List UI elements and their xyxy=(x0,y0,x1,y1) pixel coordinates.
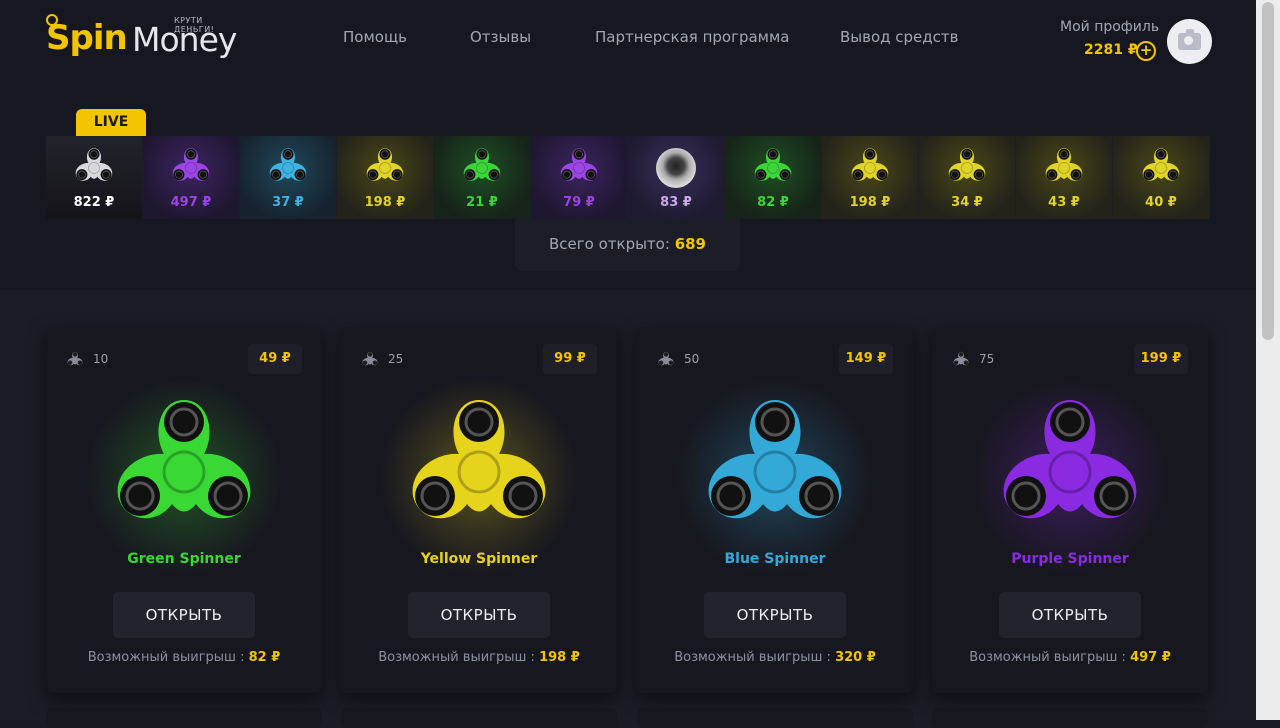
camera-icon xyxy=(1178,29,1201,50)
open-case-button[interactable]: ОТКРЫТЬ xyxy=(113,592,255,638)
site-logo[interactable]: Spin Money КРУТИ ДЕНЬГИ! xyxy=(46,14,246,62)
live-drop-item[interactable]: 82 ₽ xyxy=(725,136,822,219)
live-drop-amount: 198 ₽ xyxy=(364,195,406,210)
case-price: 99 ₽ xyxy=(543,344,597,374)
live-drop-amount: 198 ₽ xyxy=(849,195,891,210)
logo-tagline: КРУТИ ДЕНЬГИ! xyxy=(174,16,215,34)
spinner-icon xyxy=(1045,148,1083,181)
spinner-icon xyxy=(269,148,307,181)
nav-withdraw[interactable]: Вывод средств xyxy=(840,28,958,46)
possible-win-value: 198 ₽ xyxy=(539,650,580,665)
balance: 2281 ₽ xyxy=(1084,42,1138,58)
case-count: 75 xyxy=(979,352,995,366)
live-drop-item[interactable]: 34 ₽ xyxy=(919,136,1016,219)
spinner-image xyxy=(412,400,546,519)
possible-win: Возможный выигрыш : 82 ₽ xyxy=(46,650,322,665)
spinner-count-icon xyxy=(658,351,674,366)
case-card[interactable]: 10 49 ₽ Green Spinner ОТКРЫТЬ Возможный выиг… xyxy=(46,327,322,693)
case-card[interactable]: 50 149 ₽ Blue Spinner ОТКРЫТЬ Возможный выиг… xyxy=(637,327,913,693)
possible-win-label: Возможный выигрыш : xyxy=(674,650,831,665)
possible-win-label: Возможный выигрыш : xyxy=(969,650,1126,665)
total-opened-label: Всего открыто: xyxy=(549,235,670,253)
nav-reviews[interactable]: Отзывы xyxy=(470,28,531,46)
card-peek xyxy=(932,708,1208,728)
live-drop-amount: 83 ₽ xyxy=(660,195,692,210)
possible-win: Возможный выигрыш : 198 ₽ xyxy=(341,650,617,665)
spinner-icon xyxy=(366,148,404,181)
live-drop-amount: 34 ₽ xyxy=(951,195,983,210)
live-badge: LIVE xyxy=(76,109,146,136)
spinner-image xyxy=(1003,400,1137,519)
spinner-count-icon xyxy=(953,351,969,366)
live-drop-item[interactable]: 822 ₽ xyxy=(46,136,143,219)
open-case-button[interactable]: ОТКРЫТЬ xyxy=(408,592,550,638)
possible-win-value: 497 ₽ xyxy=(1130,650,1171,665)
spinner-icon xyxy=(75,148,113,181)
possible-win-label: Возможный выигрыш : xyxy=(87,650,245,665)
case-price: 49 ₽ xyxy=(248,344,302,374)
spinner-icon xyxy=(1142,148,1180,181)
spinner-icon xyxy=(851,148,889,181)
live-drop-item[interactable]: 37 ₽ xyxy=(240,136,337,219)
possible-win: Возможный выигрыш : 497 ₽ xyxy=(932,650,1208,665)
case-card[interactable]: 75 199 ₽ Purple Spinner ОТКРЫТЬ Возможный вы… xyxy=(932,327,1208,693)
live-drop-item[interactable]: 21 ₽ xyxy=(434,136,531,219)
eye-spinner-icon xyxy=(656,148,696,188)
total-opened: Всего открыто: 689 xyxy=(515,219,740,271)
live-drop-amount: 40 ₽ xyxy=(1145,195,1177,210)
profile-link[interactable]: Мой профиль xyxy=(1060,19,1159,35)
card-peek xyxy=(637,708,913,728)
open-case-button[interactable]: ОТКРЫТЬ xyxy=(704,592,846,638)
case-name: Green Spinner xyxy=(127,551,241,567)
spinner-image xyxy=(708,400,842,519)
live-drop-amount: 82 ₽ xyxy=(757,195,789,210)
possible-win-label: Возможный выигрыш : xyxy=(378,650,535,665)
total-opened-value: 689 xyxy=(674,235,706,253)
nav-affiliate[interactable]: Партнерская программа xyxy=(595,28,790,46)
live-drops-strip: 822 ₽ 497 ₽ 37 ₽ 198 ₽ 21 ₽ 79 ₽ 83 ₽ 82 ₽ 198 ₽… xyxy=(46,136,1210,219)
live-drop-amount: 79 ₽ xyxy=(563,195,595,210)
case-count: 10 xyxy=(93,352,109,366)
live-drop-item[interactable]: 79 ₽ xyxy=(531,136,628,219)
case-name: Purple Spinner xyxy=(1011,551,1129,567)
card-peek xyxy=(341,708,617,728)
case-price: 199 ₽ xyxy=(1134,344,1188,374)
possible-win-value: 320 ₽ xyxy=(835,650,876,665)
spinner-icon xyxy=(172,148,210,181)
live-drop-item[interactable]: 497 ₽ xyxy=(143,136,240,219)
logo-spin: Spin xyxy=(46,18,128,58)
spinner-count-icon xyxy=(67,351,83,366)
avatar[interactable] xyxy=(1167,19,1212,64)
case-name: Yellow Spinner xyxy=(420,551,538,567)
live-drop-amount: 822 ₽ xyxy=(73,195,115,210)
case-name: Blue Spinner xyxy=(724,551,826,567)
spinner-icon xyxy=(948,148,986,181)
case-card[interactable]: 25 99 ₽ Yellow Spinner ОТКРЫТЬ Возможный выи… xyxy=(341,327,617,693)
live-drop-amount: 43 ₽ xyxy=(1048,195,1080,210)
open-case-button[interactable]: ОТКРЫТЬ xyxy=(999,592,1141,638)
case-count: 25 xyxy=(388,352,404,366)
page-scrollbar[interactable] xyxy=(1256,0,1280,720)
spinner-icon xyxy=(463,148,501,181)
live-drop-amount: 37 ₽ xyxy=(272,195,304,210)
live-drop-item[interactable]: 43 ₽ xyxy=(1016,136,1113,219)
spinner-image xyxy=(117,400,251,519)
spinner-count-icon xyxy=(362,351,378,366)
case-count: 50 xyxy=(684,352,700,366)
plus-circle-icon[interactable]: + xyxy=(1136,41,1156,61)
possible-win: Возможный выигрыш : 320 ₽ xyxy=(637,650,913,665)
live-drop-item[interactable]: 198 ₽ xyxy=(822,136,919,219)
spinner-icon xyxy=(560,148,598,181)
case-price: 149 ₽ xyxy=(839,344,893,374)
spinner-icon xyxy=(754,148,792,181)
live-drop-item[interactable]: 40 ₽ xyxy=(1113,136,1210,219)
possible-win-value: 82 ₽ xyxy=(248,650,281,665)
live-drop-item[interactable]: 198 ₽ xyxy=(337,136,434,219)
nav-help[interactable]: Помощь xyxy=(343,28,407,46)
live-drop-item[interactable]: 83 ₽ xyxy=(628,136,725,219)
card-peek xyxy=(46,708,322,728)
live-drop-amount: 497 ₽ xyxy=(170,195,212,210)
scrollbar-thumb[interactable] xyxy=(1262,2,1274,340)
live-drop-amount: 21 ₽ xyxy=(466,195,498,210)
